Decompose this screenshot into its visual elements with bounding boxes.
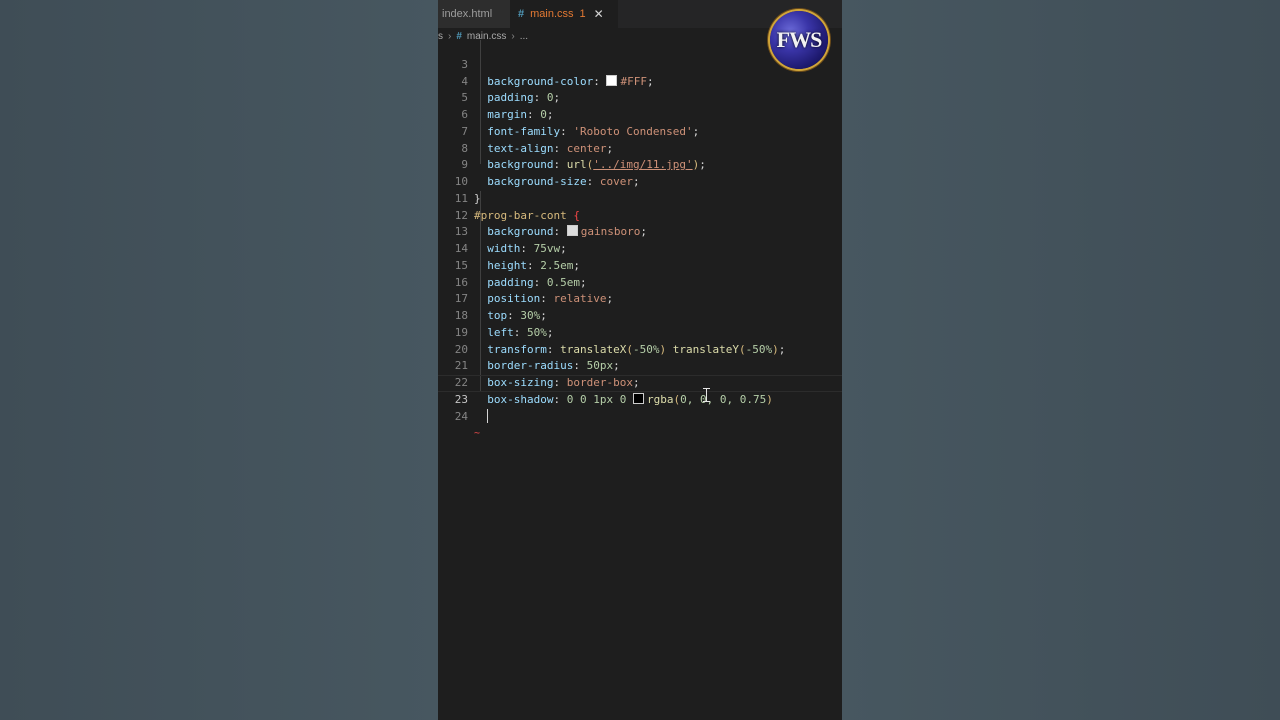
line-number: 24: [454, 409, 468, 423]
code-editor[interactable]: index.html # main.css 1 ✕ s › # main.css…: [438, 0, 842, 720]
code-line: 12 background: gainsboro;: [438, 191, 842, 239]
code-line: 18 left: 50%;: [438, 291, 842, 339]
code-line: 9 background-size: cover;: [438, 141, 842, 188]
logo-text: FWS: [776, 27, 823, 52]
code-area[interactable]: 3 background-color: #FFF; 4 padding: 0; …: [438, 40, 842, 440]
background-left: [0, 0, 438, 720]
mouse-ibeam-cursor-icon: [703, 388, 710, 402]
code-line: 22 box-shadow: 0 0 1px 0 rgba(0, 0, 0, 0…: [438, 358, 842, 406]
code-line: 7 text-align: center;: [438, 107, 842, 155]
code-line: 21 box-sizing: border-box;: [438, 342, 842, 389]
code-line: 11 #prog-bar-cont {: [438, 174, 842, 222]
code-line: 16 position: relative;: [438, 258, 842, 306]
code-line: 5 margin: 0;: [438, 74, 842, 121]
code-line: 8 background: url('../img/11.jpg');: [438, 124, 842, 172]
error-squiggle: ~: [474, 428, 481, 440]
tab-label: main.css: [530, 8, 574, 20]
code-line: 20 border-radius: 50px;: [438, 325, 842, 373]
background-right: [842, 0, 1280, 720]
channel-logo: FWS: [770, 11, 828, 69]
code-line: 15 padding: 0.5em;: [438, 241, 842, 289]
code-line: 17 top: 30%;: [438, 275, 842, 322]
close-icon[interactable]: ✕: [594, 7, 604, 21]
tab-main-css[interactable]: # main.css 1 ✕: [510, 0, 618, 28]
code-line: 13 width: 75vw;: [438, 208, 842, 255]
code-line: 24 ~: [438, 392, 842, 440]
css-file-icon: #: [518, 8, 525, 20]
text-cursor: [487, 408, 489, 423]
problem-count-badge: 1: [579, 8, 586, 20]
tab-label: index.html: [442, 8, 493, 20]
code-line: 10 }: [438, 157, 842, 205]
code-line-current[interactable]: 23: [438, 375, 842, 423]
code-line: 19 transform: translateX(-50%) translate…: [438, 308, 842, 356]
code-line: 14 height: 2.5em;: [438, 224, 842, 272]
tab-index-html[interactable]: index.html: [438, 0, 514, 28]
code-line: 6 font-family: 'Roboto Condensed';: [438, 90, 842, 138]
